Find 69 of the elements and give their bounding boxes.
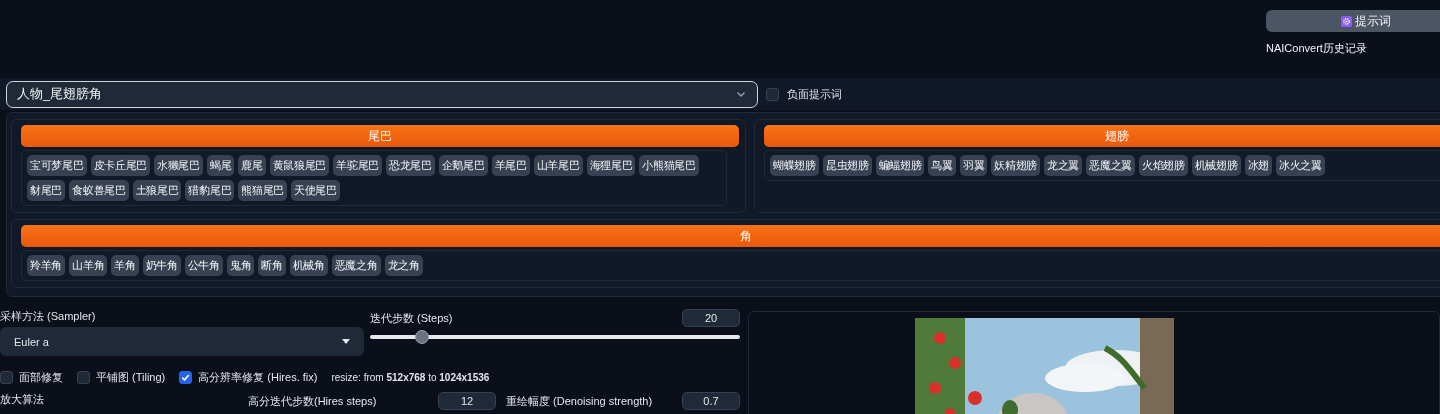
group-header: 翅膀 xyxy=(764,125,1440,147)
tag-button[interactable]: 昆虫翅膀 xyxy=(822,155,872,176)
prompt-button[interactable]: 提示词 xyxy=(1266,10,1440,32)
tag-button[interactable]: 恐龙尾巴 xyxy=(386,155,435,176)
caret-icon xyxy=(342,339,350,344)
tag-button[interactable]: 鸟翼 xyxy=(928,155,956,176)
slider-thumb[interactable] xyxy=(414,330,429,344)
negative-prompt-label: 负面提示词 xyxy=(787,86,842,102)
option-label: 面部修复 xyxy=(19,369,63,385)
tag-button[interactable]: 水獭尾巴 xyxy=(154,155,203,176)
tag-button[interactable]: 奶牛角 xyxy=(142,255,181,276)
tag-button[interactable]: 蝴蝶翅膀 xyxy=(770,155,819,176)
steps-field[interactable]: 20 xyxy=(682,309,740,327)
tag-button[interactable]: 羊驼尾巴 xyxy=(333,155,382,176)
tag-button[interactable]: 羊尾巴 xyxy=(491,155,530,176)
tag-button[interactable]: 羽翼 xyxy=(959,155,988,176)
checkbox[interactable] xyxy=(0,370,13,384)
tag-button[interactable]: 山羊尾巴 xyxy=(533,155,583,176)
tag-button[interactable]: 机械翅膀 xyxy=(1191,155,1241,176)
group-header: 尾巴 xyxy=(21,125,739,147)
tag-button[interactable]: 豺尾巴 xyxy=(27,180,66,201)
sampler-dropdown[interactable]: Euler a xyxy=(0,327,364,356)
denoising-field[interactable]: 0.7 xyxy=(682,392,740,410)
tag-button[interactable]: 冰翅 xyxy=(1244,155,1272,176)
tag-button[interactable]: 宝可梦尾巴 xyxy=(27,155,87,176)
tag-button[interactable]: 断角 xyxy=(258,255,286,276)
tag-button[interactable]: 羚羊角 xyxy=(27,255,66,276)
tag-button[interactable]: 山羊角 xyxy=(69,255,108,276)
resize-note: resize: from 512x768 to 1024x1536 xyxy=(331,371,490,383)
tag-button[interactable]: 鹿尾 xyxy=(238,155,266,176)
steps-label: 迭代步数 (Steps) xyxy=(370,310,453,326)
checkbox[interactable] xyxy=(179,370,193,384)
tag-button[interactable]: 海狸尾巴 xyxy=(586,155,636,176)
option-label: 高分辨率修复 (Hires. fix) xyxy=(198,369,318,385)
tag-button[interactable]: 火焰翅膀 xyxy=(1139,155,1188,176)
tag-button[interactable]: 龙之翼 xyxy=(1044,155,1083,176)
history-label: NAIConvert历史记录 xyxy=(1266,41,1368,56)
tag-button[interactable]: 恶魔之角 xyxy=(331,255,381,276)
tag-button[interactable]: 土狼尾巴 xyxy=(132,180,182,201)
tag-button[interactable]: 猎豹尾巴 xyxy=(185,180,235,201)
option-label: 平铺图 (Tiling) xyxy=(96,369,166,385)
hires-steps-field[interactable]: 12 xyxy=(438,392,496,410)
checkbox[interactable] xyxy=(766,87,779,101)
tag-button[interactable]: 熊猫尾巴 xyxy=(238,180,288,201)
tag-button[interactable]: 冰火之翼 xyxy=(1276,155,1325,176)
tag-button[interactable]: 食蚁兽尾巴 xyxy=(69,180,129,201)
tag-button[interactable]: 龙之角 xyxy=(384,255,423,276)
tag-button[interactable]: 公牛角 xyxy=(184,255,223,276)
tag-button[interactable]: 蝙蝠翅膀 xyxy=(875,155,925,176)
tag-button[interactable]: 羊角 xyxy=(111,255,139,276)
tag-button[interactable]: 妖精翅膀 xyxy=(991,155,1041,176)
sampler-label: 采样方法 (Sampler) xyxy=(0,309,97,324)
tag-button[interactable]: 企鹅尾巴 xyxy=(438,155,488,176)
steps-slider[interactable] xyxy=(370,330,740,344)
tag-button[interactable]: 小熊猫尾巴 xyxy=(639,155,699,176)
tag-button[interactable]: 蝎尾 xyxy=(206,155,235,176)
group-header: 角 xyxy=(21,225,1440,247)
checkbox[interactable] xyxy=(77,370,90,384)
tag-button[interactable]: 皮卡丘尾巴 xyxy=(90,155,151,176)
tag-button[interactable]: 黄鼠狼尾巴 xyxy=(269,155,330,176)
tag-button[interactable]: 鬼角 xyxy=(226,255,255,276)
tag-button[interactable]: 恶魔之翼 xyxy=(1086,155,1135,176)
tag-button[interactable]: 天使尾巴 xyxy=(291,180,340,201)
denoising-label: 重绘幅度 (Denoising strength) xyxy=(506,393,653,409)
gear-icon xyxy=(1341,15,1352,27)
preset-dropdown[interactable]: 人物_尾翅膀角 xyxy=(6,80,758,108)
hires-steps-label: 高分迭代步数(Hires steps) xyxy=(248,393,377,409)
upscaler-label: 放大算法 xyxy=(0,393,44,405)
tag-button[interactable]: 机械角 xyxy=(289,255,328,276)
